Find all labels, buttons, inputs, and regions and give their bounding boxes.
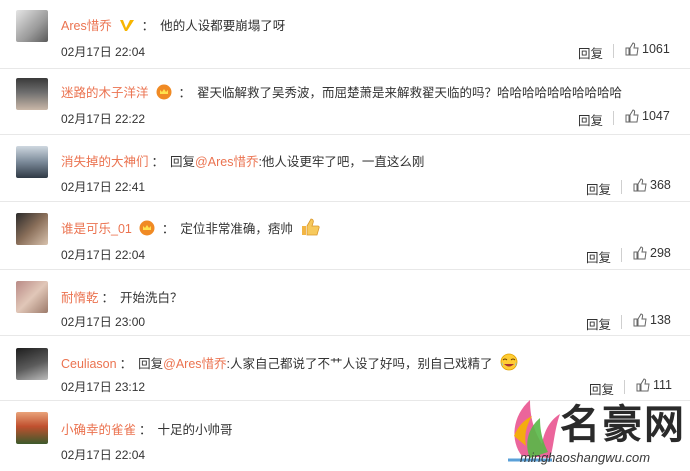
comment-text: 十足的小帅哥 bbox=[157, 423, 233, 437]
comment-text: 翟天临解救了吴秀波，而屈楚萧是来解救翟天临的吗？哈哈哈哈哈哈哈哈哈哈 bbox=[197, 86, 623, 100]
like-button[interactable]: 368 bbox=[633, 178, 671, 192]
reply-button[interactable]: 回复 bbox=[586, 179, 611, 198]
like-button[interactable]: 298 bbox=[633, 246, 671, 260]
separator bbox=[613, 44, 614, 58]
like-button[interactable]: 1047 bbox=[625, 109, 670, 123]
comment-username[interactable]: 耐惰乾 bbox=[61, 291, 99, 305]
separator bbox=[613, 111, 614, 125]
separator bbox=[621, 248, 622, 262]
avatar[interactable] bbox=[16, 281, 48, 313]
comment-username[interactable]: 谁是可乐_01 bbox=[61, 222, 132, 236]
comment-item: 耐惰乾：开始洗白？ 02月17日 23:00 回复 138 bbox=[0, 269, 690, 336]
thumbs-up-icon bbox=[633, 313, 647, 327]
mention-link[interactable]: @Ares惜乔 bbox=[195, 155, 258, 169]
reply-button[interactable]: 回复 bbox=[578, 110, 603, 129]
comment-username[interactable]: Ceuliason bbox=[61, 357, 117, 371]
comment-time: 02月17日 22:22 bbox=[61, 112, 146, 126]
avatar[interactable] bbox=[16, 10, 48, 42]
verified-badge-icon bbox=[119, 19, 135, 36]
thumbs-up-emoji-icon bbox=[300, 218, 320, 239]
comment-username[interactable]: Ares惜乔 bbox=[61, 19, 112, 33]
comment-text: 他的人设都要崩塌了呀 bbox=[160, 19, 286, 33]
thumbs-up-icon bbox=[625, 109, 639, 123]
thumbs-up-icon bbox=[633, 246, 647, 260]
like-count: 298 bbox=[650, 246, 671, 260]
like-count: 138 bbox=[650, 313, 671, 327]
comment-item: Ares惜乔 ：他的人设都要崩塌了呀 02月17日 22:04 回复 1061 bbox=[0, 0, 690, 69]
comment-username[interactable]: 消失掉的大神们 bbox=[61, 155, 149, 169]
comment-time: 02月17日 22:04 bbox=[61, 448, 146, 462]
like-count: 1061 bbox=[642, 42, 670, 56]
laugh-cry-emoji-icon bbox=[500, 353, 518, 374]
comment-text: :他人设更牢了吧，一直这么刚 bbox=[258, 155, 425, 169]
avatar[interactable] bbox=[16, 348, 48, 380]
crown-badge-icon bbox=[156, 84, 172, 103]
comment-text: :人家自己都说了不艹人设了好吗，别自己戏精了 bbox=[226, 357, 493, 371]
separator bbox=[621, 315, 622, 329]
like-button[interactable]: 1061 bbox=[625, 42, 670, 56]
watermark-brand: 名豪网 bbox=[560, 401, 686, 448]
comment-time: 02月17日 23:00 bbox=[61, 315, 146, 329]
avatar[interactable] bbox=[16, 412, 48, 444]
avatar[interactable] bbox=[16, 213, 48, 245]
comment-time: 02月17日 22:04 bbox=[61, 45, 146, 59]
comment-text: 开始洗白？ bbox=[120, 291, 183, 305]
thumbs-up-icon bbox=[625, 42, 639, 56]
thumbs-up-icon bbox=[633, 178, 647, 192]
avatar[interactable] bbox=[16, 146, 48, 178]
comment-item: 谁是可乐_01 ：定位非常准确，痞帅 02月17日 22:04 回复 298 bbox=[0, 201, 690, 270]
comment-time: 02月17日 23:12 bbox=[61, 380, 146, 394]
mention-link[interactable]: @Ares惜乔 bbox=[163, 357, 226, 371]
reply-prefix: 回复 bbox=[170, 155, 196, 169]
reply-button[interactable]: 回复 bbox=[586, 247, 611, 266]
reply-button[interactable]: 回复 bbox=[578, 43, 603, 62]
comment-text: 定位非常准确，痞帅 bbox=[180, 222, 293, 236]
comment-username[interactable]: 迷路的木子洋洋 bbox=[61, 86, 149, 100]
watermark-url: minghaoshangwu.com bbox=[520, 450, 651, 465]
comment-item: 迷路的木子洋洋 ：翟天临解救了吴秀波，而屈楚萧是来解救翟天临的吗？哈哈哈哈哈哈哈… bbox=[0, 68, 690, 135]
crown-badge-icon bbox=[139, 220, 155, 239]
like-count: 368 bbox=[650, 178, 671, 192]
avatar[interactable] bbox=[16, 78, 48, 110]
reply-button[interactable]: 回复 bbox=[586, 314, 611, 333]
comment-username[interactable]: 小确幸的雀雀 bbox=[61, 423, 136, 437]
comment-item: 消失掉的大神们：回复@Ares惜乔:他人设更牢了吧，一直这么刚 02月17日 2… bbox=[0, 134, 690, 202]
comment-time: 02月17日 22:41 bbox=[61, 180, 146, 194]
reply-prefix: 回复 bbox=[138, 357, 164, 371]
separator bbox=[621, 180, 622, 194]
like-count: 1047 bbox=[642, 109, 670, 123]
comment-time: 02月17日 22:04 bbox=[61, 248, 146, 262]
like-button[interactable]: 138 bbox=[633, 313, 671, 327]
